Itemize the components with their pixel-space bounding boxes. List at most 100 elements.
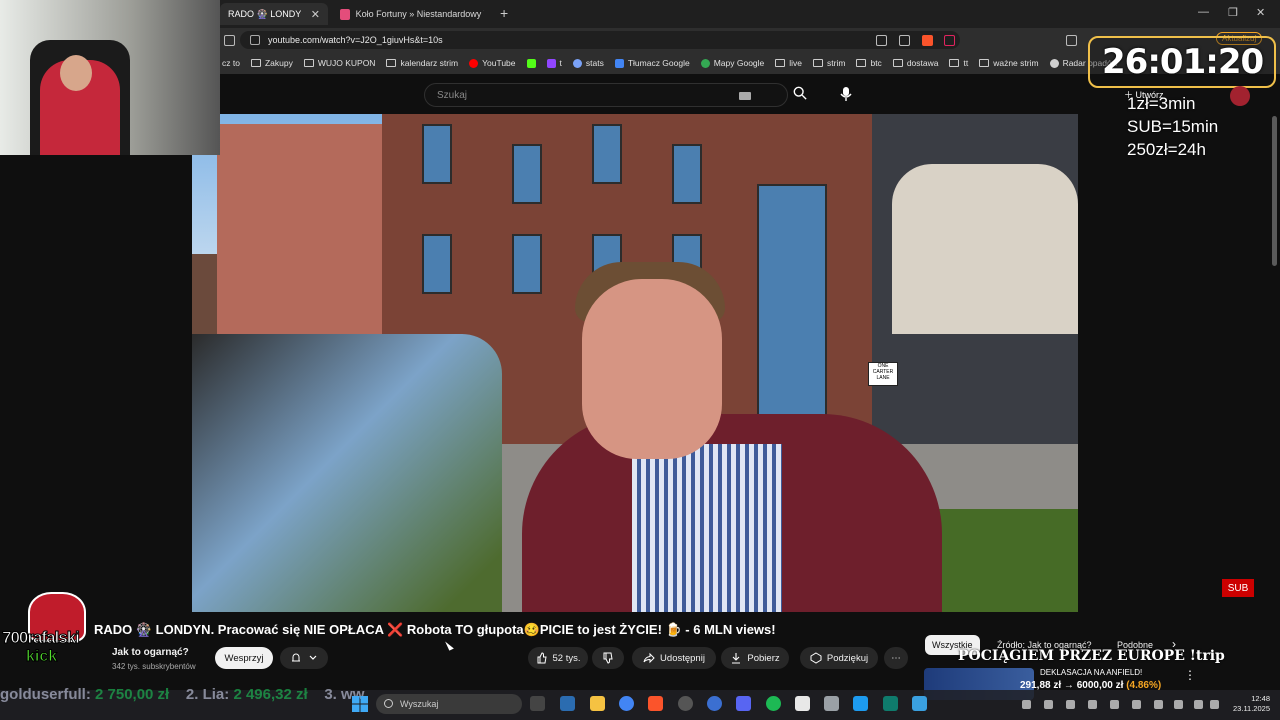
folder-icon (856, 59, 867, 67)
search-icon[interactable] (793, 86, 807, 100)
bookmark-label: YouTube (482, 58, 516, 68)
subathon-timer: 26:01:20 (1088, 36, 1276, 88)
thumbs-up-icon (537, 652, 547, 664)
bookmark-item[interactable]: kalendarz strim (386, 58, 458, 68)
share-icon[interactable] (899, 35, 910, 46)
microphone-icon[interactable] (1174, 700, 1183, 709)
bookmark-item[interactable]: btc (856, 58, 882, 68)
bookmark-icon[interactable] (224, 35, 235, 46)
translate-icon (614, 58, 624, 68)
taskbar-search-input[interactable]: Wyszukaj (376, 694, 522, 714)
brave-icon[interactable] (648, 696, 663, 711)
calculator-icon[interactable] (824, 696, 839, 711)
like-button[interactable]: 52 tys. (528, 647, 588, 669)
url-field[interactable]: youtube.com/watch?v=J2O_1giuvHs&t=10s (240, 31, 960, 49)
video-person-head (582, 279, 722, 459)
bookmark-label: dostawa (906, 58, 939, 68)
url-text: youtube.com/watch?v=J2O_1giuvHs&t=10s (268, 35, 443, 45)
bookmark-label: Zakupy (264, 58, 293, 68)
notifications-button[interactable] (280, 647, 328, 669)
microphone-icon[interactable] (839, 86, 853, 102)
bookmark-label: stats (585, 58, 604, 68)
bookmark-item[interactable]: Tłumacz Google (614, 58, 690, 68)
extensions-icon[interactable] (1066, 35, 1077, 46)
search-placeholder: Szukaj (437, 89, 468, 101)
close-window-icon[interactable]: ✕ (1256, 6, 1265, 19)
tab-kolo-fortuny[interactable]: Koło Fortuny » Niestandardowy Wyb (332, 3, 492, 25)
discord-icon[interactable] (736, 696, 751, 711)
file-explorer-icon[interactable] (590, 696, 605, 711)
close-tab-icon[interactable]: ✕ (311, 8, 320, 21)
bookmark-item[interactable]: Zakupy (250, 58, 293, 68)
site-info-icon[interactable] (250, 35, 260, 45)
bookmark-item[interactable]: cz to (222, 58, 240, 68)
brave-shield-icon[interactable] (922, 35, 933, 46)
app-icon[interactable] (795, 696, 810, 711)
share-button[interactable]: Udostępnij (632, 647, 716, 669)
spotify-icon[interactable] (766, 696, 781, 711)
related-menu-icon[interactable]: ⋮ (1184, 668, 1196, 682)
timer-text: 26:01:20 (1102, 42, 1264, 82)
tray-app-icon[interactable] (1154, 700, 1163, 709)
stats-icon (572, 58, 582, 68)
bookmark-item[interactable]: strim (813, 58, 845, 68)
bookmark-item[interactable]: tt (949, 58, 968, 68)
volume-icon[interactable] (1210, 700, 1219, 709)
bookmark-item[interactable]: Mapy Google (700, 58, 764, 68)
widgets-icon[interactable] (560, 696, 575, 711)
bookmark-label: cz to (222, 58, 240, 68)
thanks-button[interactable]: Podziękuj (800, 647, 878, 669)
app-icon[interactable] (707, 696, 722, 711)
app-icon[interactable] (883, 696, 898, 711)
account-avatar[interactable] (1230, 86, 1250, 106)
page-scrollbar[interactable] (1272, 116, 1277, 266)
bookmark-item[interactable]: stats (572, 58, 604, 68)
tray-chevron-icon[interactable] (1022, 700, 1031, 709)
network-icon[interactable] (1194, 700, 1203, 709)
new-tab-icon[interactable]: + (500, 5, 508, 21)
tab-youtube[interactable]: RADO 🎡 LONDYN. Pracować ✕ (220, 3, 328, 25)
obs-icon[interactable] (678, 696, 693, 711)
video-player[interactable]: ONE CARTER LANE (192, 114, 1078, 612)
tray-app-icon[interactable] (1044, 700, 1053, 709)
dislike-button[interactable] (592, 647, 624, 669)
search-input[interactable]: Szukaj (424, 83, 788, 107)
windows-start-icon[interactable] (352, 696, 368, 712)
support-button[interactable]: Wesprzyj (215, 647, 273, 669)
bookmark-item[interactable]: dostawa (892, 58, 939, 68)
bookmark-item[interactable]: t (546, 58, 562, 68)
video-window (672, 144, 702, 204)
tray-app-icon[interactable] (1132, 700, 1141, 709)
minimize-icon[interactable]: — (1198, 6, 1209, 18)
screen: RADO 🎡 LONDYN. Pracować ✕ Koło Fortuny »… (0, 0, 1280, 720)
rule-line: 1zł=3min (1127, 94, 1196, 113)
bookmark-item[interactable]: WUJO KUPON (303, 58, 375, 68)
cast-icon[interactable] (876, 35, 887, 46)
chrome-icon[interactable] (619, 696, 634, 711)
tray-app-icon[interactable] (1066, 700, 1075, 709)
timer-rules: 1zł=3min SUB=15min 250zł=24h (1127, 92, 1218, 161)
bookmark-label: ważne strim (993, 58, 1039, 68)
more-actions-button[interactable]: ⋯ (884, 647, 908, 669)
notes-icon[interactable] (912, 696, 927, 711)
bookmark-item[interactable]: live (775, 58, 802, 68)
maps-icon (700, 58, 710, 68)
bookmark-label: Tłumacz Google (627, 58, 690, 68)
video-window (422, 234, 452, 294)
channel-name[interactable]: Jak to ogarnąć? (112, 647, 189, 658)
bookmark-item[interactable] (526, 58, 536, 68)
folder-icon (775, 59, 786, 67)
download-button[interactable]: Pobierz (721, 647, 789, 669)
video-title: RADO 🎡 LONDYN. Pracować się NIE OPŁACA ❌… (94, 622, 776, 637)
bookmark-item[interactable]: ważne strim (979, 58, 1039, 68)
taskbar-search-placeholder: Wyszukaj (400, 699, 439, 709)
bookmark-item[interactable]: YouTube (469, 58, 516, 68)
maximize-icon[interactable]: ❐ (1228, 6, 1238, 19)
keyboard-icon[interactable] (739, 92, 751, 100)
taskbar-clock[interactable]: 12:48 23.11.2025 (1226, 694, 1270, 714)
tray-app-icon[interactable] (1088, 700, 1097, 709)
tray-app-icon[interactable] (1110, 700, 1119, 709)
task-view-icon[interactable] (530, 696, 545, 711)
rewards-icon[interactable] (944, 35, 955, 46)
x-icon[interactable] (853, 696, 868, 711)
